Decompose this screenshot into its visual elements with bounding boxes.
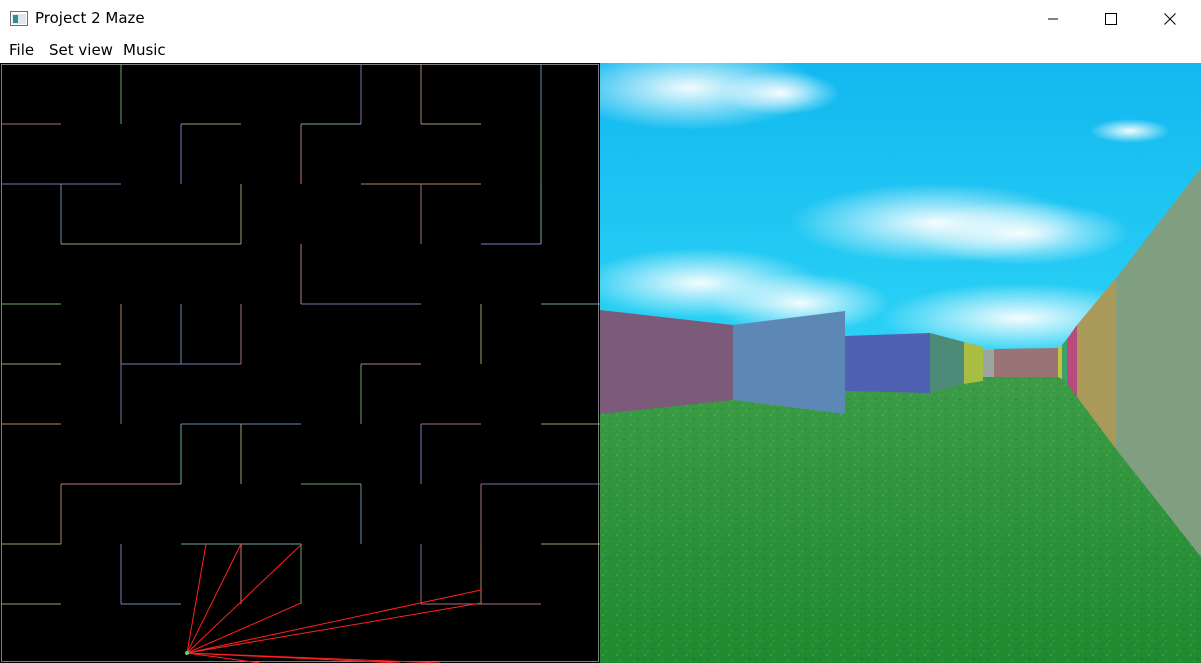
- view-ray: [186, 543, 207, 654]
- close-icon: [1164, 13, 1176, 25]
- wall-far-right: [994, 348, 1058, 377]
- main-content: [0, 63, 1201, 663]
- close-button[interactable]: [1147, 0, 1193, 38]
- maze-walls: [1, 64, 600, 605]
- menu-bar: File Set view Music: [0, 38, 1201, 63]
- menu-file[interactable]: File: [9, 41, 34, 59]
- menu-set-view[interactable]: Set view: [49, 41, 113, 59]
- app-window-icon: [10, 11, 28, 26]
- first-person-scene: [600, 63, 1201, 663]
- player-marker: [185, 651, 189, 655]
- minimize-icon: [1048, 18, 1058, 20]
- menu-music[interactable]: Music: [123, 41, 166, 59]
- maximize-button[interactable]: [1088, 0, 1134, 38]
- maximize-icon: [1105, 13, 1117, 25]
- maze-map: [1, 64, 600, 663]
- title-bar: Project 2 Maze: [0, 0, 1201, 38]
- maze-map-panel[interactable]: [0, 63, 600, 663]
- wall-left-front: [600, 310, 733, 414]
- wall-green-sliver: [1062, 339, 1067, 383]
- wall-center-grey: [983, 350, 994, 377]
- minimize-button[interactable]: [1030, 0, 1076, 38]
- wall-center-lime: [964, 342, 983, 384]
- view-ray: [186, 602, 302, 654]
- wall-center-teal: [930, 333, 964, 393]
- first-person-view[interactable]: [600, 63, 1201, 663]
- view-ray: [186, 602, 482, 654]
- view-ray: [186, 543, 242, 654]
- wall-center: [845, 333, 930, 393]
- wall-center-left: [733, 311, 845, 414]
- window-title: Project 2 Maze: [35, 9, 145, 27]
- maze-border: [1, 64, 599, 662]
- view-ray: [186, 589, 482, 654]
- wall-sliver: [1058, 345, 1062, 379]
